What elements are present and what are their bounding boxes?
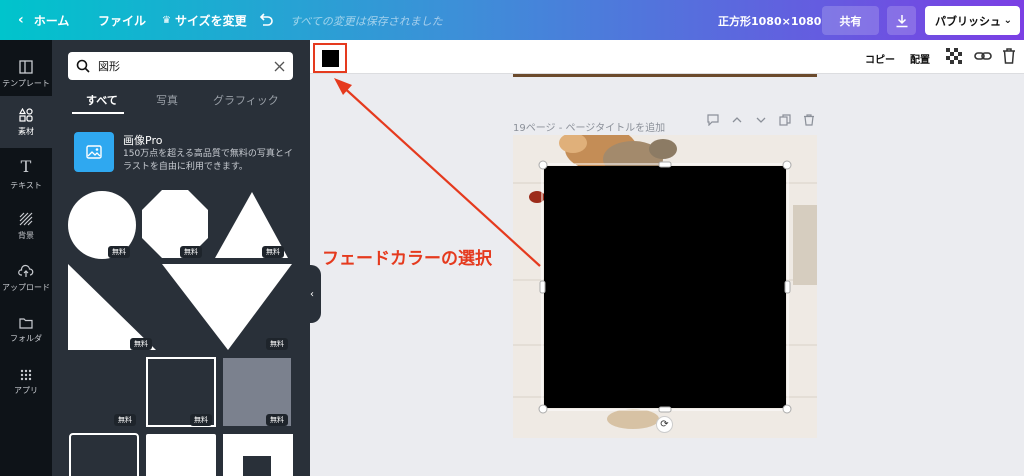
publish-button[interactable]: パブリッシュ ⌄ xyxy=(925,6,1020,35)
shape-grid: 無料 無料 無料 無料 無料 無料 無料 無料 xyxy=(68,190,298,476)
image-icon xyxy=(74,132,114,172)
collapse-panel-button[interactable]: ‹ xyxy=(303,265,321,323)
rail-label: アプリ xyxy=(14,385,38,395)
resize-handle[interactable] xyxy=(658,406,672,413)
download-icon xyxy=(896,14,907,27)
rail-item-elements[interactable]: 素材 xyxy=(0,96,52,148)
shape-rounded-outline[interactable] xyxy=(69,433,139,476)
page-header: 19ページ - ページタイトルを追加 xyxy=(513,114,817,134)
resize-handle[interactable] xyxy=(538,160,548,170)
top-bar: ‹ ホーム ファイル ♛ サイズを変更 すべての変更は保存されました 正方形10… xyxy=(0,0,1024,40)
rail-item-text[interactable]: T テキスト xyxy=(0,148,52,200)
trash-icon[interactable] xyxy=(1002,48,1016,64)
link-icon[interactable] xyxy=(974,48,992,64)
resize-handle[interactable] xyxy=(782,160,792,170)
rail-item-apps[interactable]: アプリ xyxy=(0,356,52,408)
shape-square-white[interactable] xyxy=(146,434,216,476)
page-title-input[interactable]: - ページタイトルを追加 xyxy=(556,123,665,134)
download-button[interactable] xyxy=(887,6,916,35)
chevron-down-icon: ⌄ xyxy=(1003,15,1012,26)
page-number: 19ページ xyxy=(513,123,556,134)
arrange-button[interactable]: 配置 xyxy=(910,51,930,66)
duplicate-icon[interactable] xyxy=(779,114,791,126)
search-input[interactable]: 図形 xyxy=(98,58,274,74)
free-badge: 無料 xyxy=(262,246,284,258)
free-badge: 無料 xyxy=(266,414,288,426)
background-icon xyxy=(19,212,33,225)
pro-title: 画像Pro xyxy=(123,134,163,147)
undo-button[interactable] xyxy=(258,0,274,40)
tab-photos[interactable]: 写真 xyxy=(156,92,178,108)
template-icon xyxy=(19,59,33,74)
elements-panel: 図形 すべて 写真 グラフィック 画像Pro 150万点を超える高品質で無料の写… xyxy=(52,40,310,476)
design-page[interactable] xyxy=(513,135,817,438)
doc-size: 正方形1080×1080 xyxy=(718,15,822,28)
copy-button[interactable]: コピー xyxy=(865,51,895,66)
rail-label: テキスト xyxy=(10,181,42,190)
publish-label: パブリッシュ xyxy=(935,14,1001,28)
selected-rectangle[interactable] xyxy=(544,166,786,408)
resize-handle[interactable] xyxy=(658,161,672,168)
file-menu[interactable]: ファイル xyxy=(98,0,146,40)
rail-item-upload[interactable]: アップロード xyxy=(0,252,52,304)
rail-item-background[interactable]: 背景 xyxy=(0,200,52,252)
active-tab-underline xyxy=(72,112,124,114)
home-label: ホーム xyxy=(33,13,70,28)
free-badge: 無料 xyxy=(180,246,202,258)
rail-item-template[interactable]: テンプレート xyxy=(0,48,52,100)
folder-icon xyxy=(19,317,33,329)
share-button[interactable]: 共有 xyxy=(822,6,879,35)
close-icon[interactable] xyxy=(274,61,285,72)
page-actions xyxy=(707,114,815,126)
left-rail: テンプレート 素材 T テキスト 背景 アップロード フォルダ アプリ xyxy=(0,40,52,476)
free-badge: 無料 xyxy=(108,246,130,258)
crown-icon: ♛ xyxy=(162,14,171,26)
save-status: すべての変更は保存されました xyxy=(290,15,443,28)
free-badge: 無料 xyxy=(114,414,136,426)
free-badge: 無料 xyxy=(266,338,288,350)
search-icon xyxy=(76,59,90,73)
delete-page-icon[interactable] xyxy=(803,114,815,126)
resize-button[interactable]: ♛ サイズを変更 xyxy=(162,0,247,40)
transparency-icon[interactable] xyxy=(946,48,962,64)
shape-frame-inner xyxy=(243,456,271,476)
comment-icon[interactable] xyxy=(707,114,719,126)
rotate-icon: ⟳ xyxy=(660,419,669,430)
chevron-up-icon[interactable] xyxy=(731,114,743,126)
rail-label: 素材 xyxy=(18,126,34,136)
color-swatch xyxy=(321,49,339,67)
rail-label: アップロード xyxy=(2,282,50,292)
rail-label: 背景 xyxy=(18,230,34,240)
resize-handle[interactable] xyxy=(538,404,548,414)
rail-label: テンプレート xyxy=(2,78,50,88)
rail-item-folder[interactable]: フォルダ xyxy=(0,304,52,356)
resize-label: サイズを変更 xyxy=(174,13,247,28)
chevron-left-icon: ‹ xyxy=(18,12,24,28)
resize-handle[interactable] xyxy=(782,404,792,414)
elements-icon xyxy=(19,107,33,122)
annotation-text: フェードカラーの選択 xyxy=(322,249,492,269)
chevron-down-icon[interactable] xyxy=(755,114,767,126)
undo-icon xyxy=(259,13,273,26)
search-box[interactable]: 図形 xyxy=(68,52,293,80)
category-tabs: すべて 写真 グラフィック xyxy=(68,88,293,114)
rotate-handle[interactable]: ⟳ xyxy=(656,416,673,433)
free-badge: 無料 xyxy=(130,338,152,350)
pro-description: 150万点を超える高品質で無料の写真とイラストを自由に利用できます。 xyxy=(123,149,293,172)
text-icon: T xyxy=(20,157,32,176)
previous-page-edge xyxy=(513,74,817,77)
color-picker-button[interactable] xyxy=(313,43,347,73)
canvas-toolbar: コピー 配置 xyxy=(310,40,1024,74)
home-button[interactable]: ‹ ホーム xyxy=(18,0,69,40)
resize-handle[interactable] xyxy=(784,280,791,294)
chevron-left-icon: ‹ xyxy=(310,288,314,300)
tab-graphics[interactable]: グラフィック xyxy=(213,92,279,108)
resize-handle[interactable] xyxy=(539,280,546,294)
free-badge: 無料 xyxy=(190,414,212,426)
tab-all[interactable]: すべて xyxy=(86,92,118,108)
apps-icon xyxy=(20,369,32,380)
upload-icon xyxy=(18,264,34,277)
rail-label: フォルダ xyxy=(10,333,42,343)
pro-banner[interactable]: 画像Pro 150万点を超える高品質で無料の写真とイラストを自由に利用できます。 xyxy=(74,132,299,176)
